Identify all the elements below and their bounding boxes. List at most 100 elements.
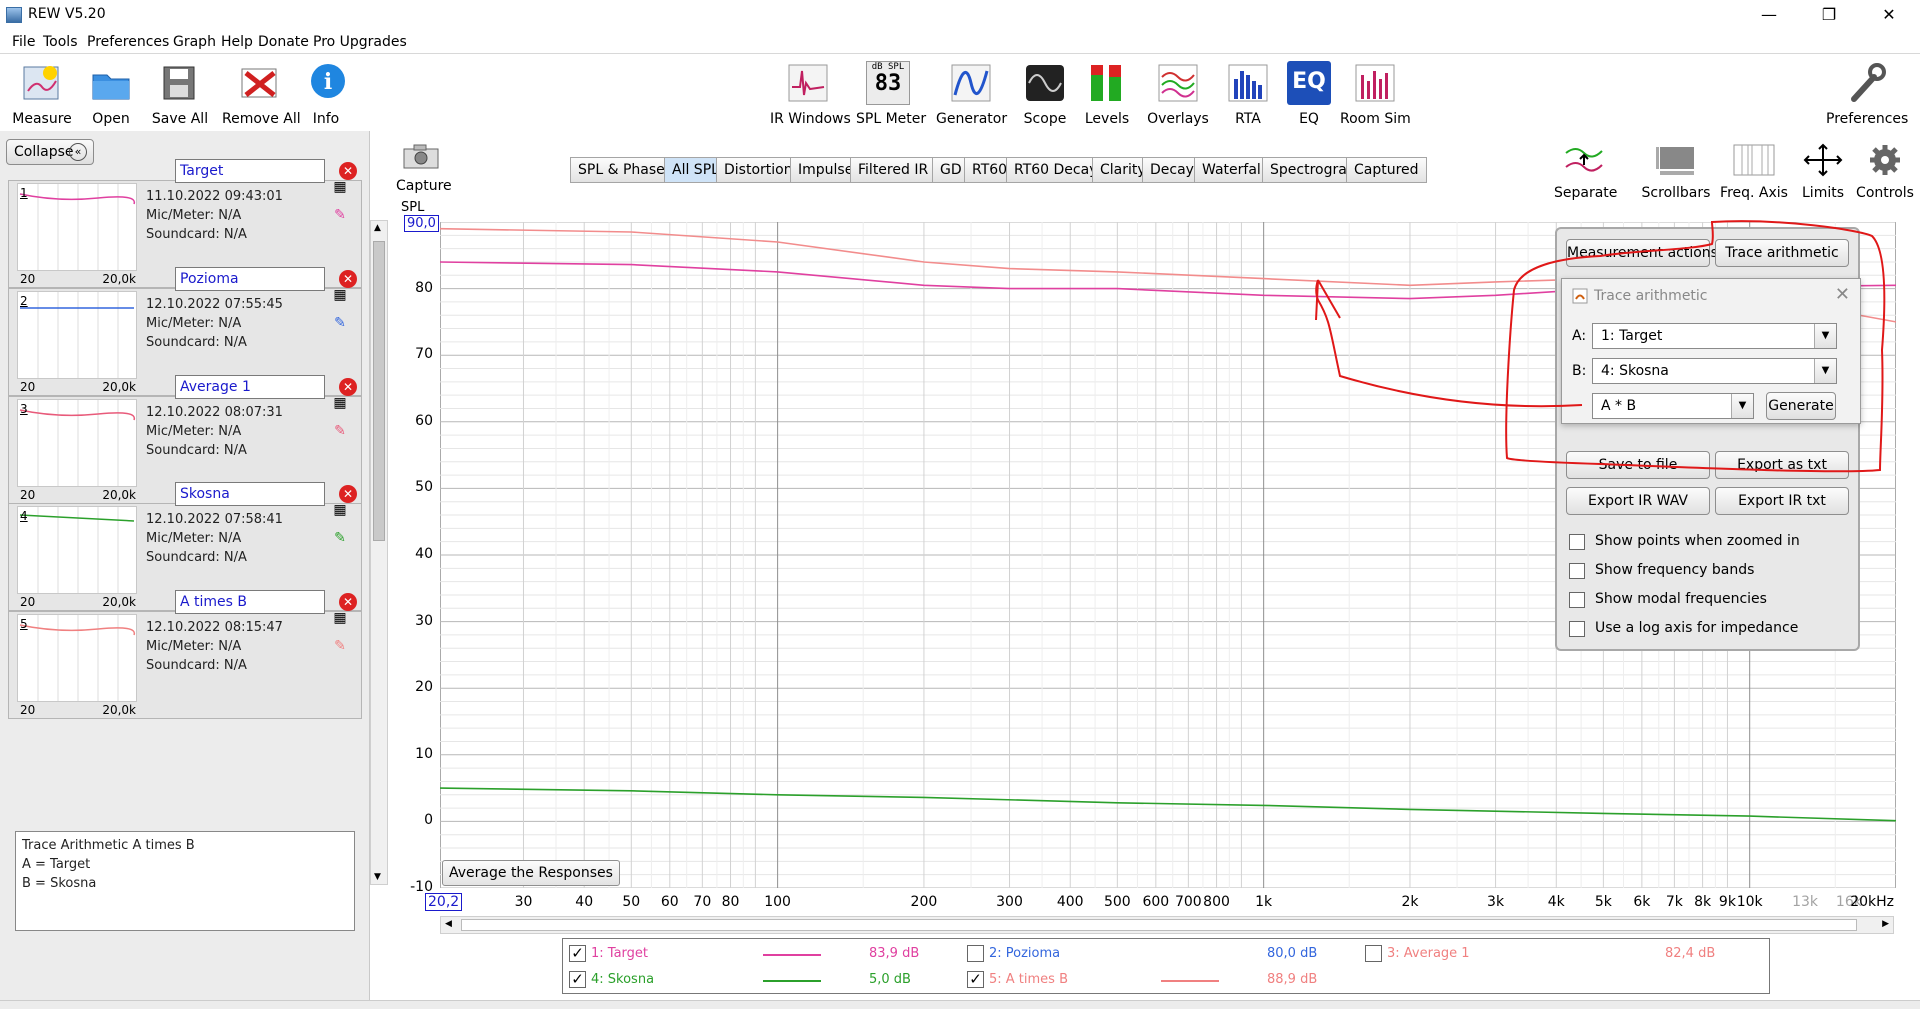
save-measurement-icon[interactable]: ▦ xyxy=(331,395,349,413)
pen-icon[interactable]: ✎ xyxy=(331,315,349,333)
measurement-notes[interactable]: Trace Arithmetic A times B A = Target B … xyxy=(15,831,355,931)
room-sim-button[interactable]: Room Sim xyxy=(1340,61,1411,127)
export-as-txt-button[interactable]: Export as txt xyxy=(1715,451,1849,479)
tab-rt60-decay[interactable]: RT60 Decay xyxy=(1006,157,1106,183)
ir-windows-button[interactable]: IR Windows xyxy=(770,61,851,127)
open-button[interactable]: Open xyxy=(86,61,136,127)
dialog-close-icon[interactable]: ✕ xyxy=(1835,284,1850,305)
chevron-down-icon[interactable]: ▼ xyxy=(1814,359,1836,383)
save-measurement-icon[interactable]: ▦ xyxy=(331,287,349,305)
measurement-thumbnail[interactable]: 4 20 20,0k xyxy=(17,506,137,609)
menu-pro-upgrades[interactable]: Pro Upgrades xyxy=(313,34,407,50)
measurement-name-input[interactable]: Skosna xyxy=(175,482,325,506)
graph-scrollbar[interactable]: ◀ ▶ xyxy=(440,916,1894,934)
generator-button[interactable]: Generator xyxy=(936,61,1007,127)
freq-axis-button[interactable]: Freq. Axis xyxy=(1718,143,1790,201)
maximize-button[interactable]: ❐ xyxy=(1806,0,1852,30)
collapse-button[interactable]: Collapse « xyxy=(6,139,94,165)
save-measurement-icon[interactable]: ▦ xyxy=(331,502,349,520)
eq-button[interactable]: EQ EQ xyxy=(1286,61,1332,127)
delete-measurement-icon[interactable]: ✕ xyxy=(339,270,357,288)
tab-captured[interactable]: Captured xyxy=(1346,157,1427,183)
generate-button[interactable]: Generate xyxy=(1766,392,1836,420)
save-measurement-icon[interactable]: ▦ xyxy=(331,179,349,197)
tab-distortion[interactable]: Distortion xyxy=(716,157,801,183)
measurement-name-input[interactable]: Target xyxy=(175,159,325,183)
scrollbar-thumb[interactable] xyxy=(373,241,385,541)
measurement-card[interactable]: A times B ✕ 5 20 20,0k 12.10.2022 08:15:47 Mic… xyxy=(8,590,362,719)
pen-icon[interactable]: ✎ xyxy=(331,530,349,548)
tab-decay[interactable]: Decay xyxy=(1142,157,1202,183)
trace-a-select[interactable]: 1: Target ▼ xyxy=(1592,323,1837,349)
spl-meter-button[interactable]: dB SPL 83 SPL Meter xyxy=(856,61,926,127)
menu-file[interactable]: File xyxy=(12,34,35,50)
x-tick-label: 30 xyxy=(514,894,533,910)
measurement-thumbnail[interactable]: 5 20 20,0k xyxy=(17,614,137,717)
minimize-button[interactable]: — xyxy=(1746,0,1792,30)
measurement-thumbnail[interactable]: 3 20 20,0k xyxy=(17,399,137,502)
legend-checkbox[interactable] xyxy=(1365,945,1382,962)
menu-tools[interactable]: Tools xyxy=(43,34,78,50)
x-tick-label: 800 xyxy=(1203,894,1230,910)
levels-button[interactable]: Levels xyxy=(1080,61,1134,127)
pen-icon[interactable]: ✎ xyxy=(331,207,349,225)
separate-button[interactable]: Separate xyxy=(1554,143,1617,201)
measurement-thumbnail[interactable]: 1 20 20,0k xyxy=(17,183,137,286)
limits-button[interactable]: Limits xyxy=(1796,143,1850,201)
delete-measurement-icon[interactable]: ✕ xyxy=(339,378,357,396)
x-left-limit[interactable]: 20,2 xyxy=(425,893,463,911)
measurement-name-input[interactable]: A times B xyxy=(175,590,325,614)
measure-button[interactable]: Measure xyxy=(12,61,72,127)
preferences-button[interactable]: Preferences xyxy=(1826,61,1908,127)
overlays-button[interactable]: Overlays xyxy=(1146,61,1210,127)
measurement-name-input[interactable]: Average 1 xyxy=(175,375,325,399)
tab-waterfall[interactable]: Waterfall xyxy=(1194,157,1273,183)
capture-button[interactable]: Capture xyxy=(396,144,452,194)
delete-measurement-icon[interactable]: ✕ xyxy=(339,593,357,611)
trace-b-select[interactable]: 4: Skosna ▼ xyxy=(1592,358,1837,384)
export-ir-wav-button[interactable]: Export IR WAV xyxy=(1566,487,1710,515)
remove-all-button[interactable]: Remove All xyxy=(222,61,301,127)
menu-preferences[interactable]: Preferences xyxy=(87,34,169,50)
scroll-down-icon[interactable]: ▼ xyxy=(374,872,381,882)
tab-filtered-ir[interactable]: Filtered IR xyxy=(850,157,937,183)
menu-help[interactable]: Help xyxy=(221,34,253,50)
measurement-thumbnail[interactable]: 2 20 20,0k xyxy=(17,291,137,394)
trace-arithmetic-button[interactable]: Trace arithmetic xyxy=(1715,239,1849,267)
operation-select[interactable]: A * B ▼ xyxy=(1592,393,1754,419)
measurements-panel: Collapse « Target ✕ 1 20 20,0k 11.10.2022 09:… xyxy=(0,131,370,1009)
chevron-down-icon[interactable]: ▼ xyxy=(1814,324,1836,348)
controls-button[interactable]: Controls xyxy=(1854,143,1916,201)
y-top-limit[interactable]: 90,0 xyxy=(404,215,439,232)
menu-graph[interactable]: Graph xyxy=(173,34,216,50)
chevron-down-icon[interactable]: ▼ xyxy=(1731,394,1753,418)
tab-spl-phase[interactable]: SPL & Phase xyxy=(570,157,673,183)
legend-checkbox[interactable]: ✓ xyxy=(569,945,586,962)
pen-icon[interactable]: ✎ xyxy=(331,638,349,656)
legend-checkbox[interactable]: ✓ xyxy=(967,971,984,988)
info-button[interactable]: i Info xyxy=(306,61,346,127)
average-responses-button[interactable]: Average the Responses xyxy=(442,860,620,886)
save-all-button[interactable]: Save All xyxy=(150,61,210,127)
close-window-button[interactable]: ✕ xyxy=(1866,0,1912,30)
delete-measurement-icon[interactable]: ✕ xyxy=(339,162,357,180)
measurement-name-input[interactable]: Pozioma xyxy=(175,267,325,291)
export-ir-txt-button[interactable]: Export IR txt xyxy=(1715,487,1849,515)
scrollbars-button[interactable]: Scrollbars xyxy=(1640,143,1712,201)
pen-icon[interactable]: ✎ xyxy=(331,423,349,441)
scroll-up-icon[interactable]: ▲ xyxy=(374,223,381,233)
rta-button[interactable]: RTA xyxy=(1224,61,1272,127)
panel-scrollbar[interactable]: ▲ ▼ xyxy=(370,220,388,885)
legend-checkbox[interactable] xyxy=(967,945,984,962)
scroll-right-icon[interactable]: ▶ xyxy=(1882,919,1889,929)
scope-button[interactable]: Scope xyxy=(1018,61,1072,127)
gear-icon xyxy=(1870,145,1900,175)
delete-measurement-icon[interactable]: ✕ xyxy=(339,485,357,503)
save-measurement-icon[interactable]: ▦ xyxy=(331,610,349,628)
legend-checkbox[interactable]: ✓ xyxy=(569,971,586,988)
graph-scroll-thumb[interactable] xyxy=(461,919,1857,931)
scroll-left-icon[interactable]: ◀ xyxy=(445,919,452,929)
measurement-actions-button[interactable]: Measurement actions xyxy=(1566,239,1718,267)
save-to-file-button[interactable]: Save to file xyxy=(1566,451,1710,479)
menu-donate[interactable]: Donate xyxy=(258,34,309,50)
